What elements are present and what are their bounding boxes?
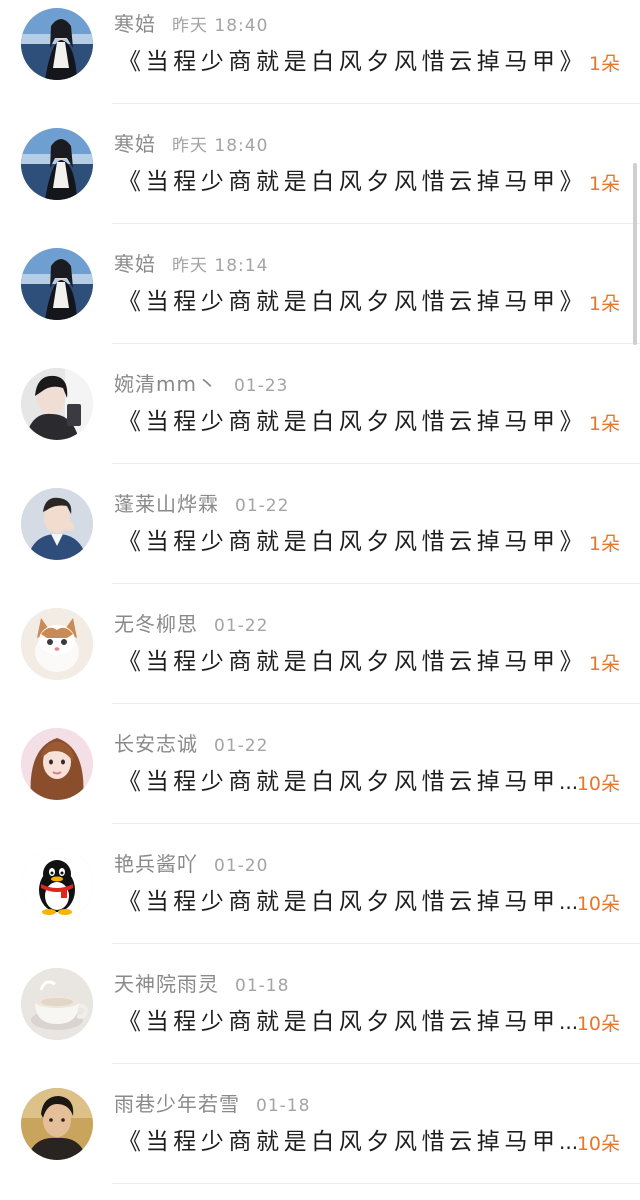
timestamp: 昨天 18:40 <box>172 16 269 36</box>
cat-avatar-icon[interactable] <box>21 608 93 680</box>
timestamp: 01-18 <box>235 976 290 996</box>
flower-count: 1朵 <box>588 533 620 555</box>
list-item[interactable]: 无冬柳思 01-22 《当程少商就是白风夕风惜云掉马甲》 1朵 <box>0 600 640 720</box>
timestamp: 昨天 18:14 <box>172 256 269 276</box>
book-title[interactable]: 《当程少商就是白风夕风惜云掉马甲 <box>118 1005 560 1039</box>
username[interactable]: 天神院雨灵 <box>114 972 219 996</box>
boy-photo-avatar-icon[interactable] <box>21 488 93 560</box>
user-meta-line: 蓬莱山烨霖 01-22 <box>114 490 289 518</box>
username[interactable]: 婉清mm丶 <box>114 372 218 396</box>
flower-count: 1朵 <box>588 413 620 435</box>
row-divider <box>112 583 640 584</box>
flower-count: 10朵 <box>576 1013 620 1035</box>
title-ellipsis: ... <box>559 770 579 794</box>
timestamp: 01-18 <box>256 1096 311 1116</box>
book-title[interactable]: 《当程少商就是白风夕风惜云掉马甲 <box>118 885 560 919</box>
person-dark-avatar-icon[interactable] <box>21 368 93 440</box>
timestamp: 01-22 <box>214 736 269 756</box>
book-title[interactable]: 《当程少商就是白风夕风惜云掉马甲》 <box>118 405 580 439</box>
user-meta-line: 艳兵酱吖 01-20 <box>114 850 268 878</box>
list-item[interactable]: 长安志诚 01-22 《当程少商就是白风夕风惜云掉马甲... 10朵 <box>0 720 640 840</box>
book-title[interactable]: 《当程少商就是白风夕风惜云掉马甲》 <box>118 645 580 679</box>
book-title[interactable]: 《当程少商就是白风夕风惜云掉马甲 <box>118 1125 560 1159</box>
book-title[interactable]: 《当程少商就是白风夕风惜云掉马甲》 <box>118 525 580 559</box>
girl-photo-avatar-icon[interactable] <box>21 128 93 200</box>
woman-pink-avatar-icon[interactable] <box>21 728 93 800</box>
title-ellipsis: ... <box>559 1010 579 1034</box>
username[interactable]: 无冬柳思 <box>114 612 198 636</box>
row-divider <box>112 223 640 224</box>
row-divider <box>112 1183 640 1184</box>
row-divider <box>112 103 640 104</box>
username[interactable]: 寒婄 <box>114 12 156 36</box>
man-photo-avatar-icon[interactable] <box>21 1088 93 1160</box>
username[interactable]: 长安志诚 <box>114 732 198 756</box>
book-title[interactable]: 《当程少商就是白风夕风惜云掉马甲 <box>118 765 560 799</box>
list-item[interactable]: 雨巷少年若雪 01-18 《当程少商就是白风夕风惜云掉马甲... 10朵 <box>0 1080 640 1200</box>
row-divider <box>112 703 640 704</box>
qq-penguin-avatar-icon[interactable] <box>21 848 93 920</box>
flower-count: 1朵 <box>588 293 620 315</box>
list-item[interactable]: 天神院雨灵 01-18 《当程少商就是白风夕风惜云掉马甲... 10朵 <box>0 960 640 1080</box>
list-item[interactable]: 婉清mm丶 01-23 《当程少商就是白风夕风惜云掉马甲》 1朵 <box>0 360 640 480</box>
scrollbar[interactable] <box>633 163 637 345</box>
user-meta-line: 长安志诚 01-22 <box>114 730 268 758</box>
row-divider <box>112 343 640 344</box>
timestamp: 01-22 <box>235 496 290 516</box>
row-divider <box>112 943 640 944</box>
timestamp: 昨天 18:40 <box>172 136 269 156</box>
list-item[interactable]: 寒婄 昨天 18:14 《当程少商就是白风夕风惜云掉马甲》 1朵 <box>0 240 640 360</box>
timestamp: 01-22 <box>214 616 269 636</box>
user-meta-line: 寒婄 昨天 18:14 <box>114 250 268 278</box>
flower-count: 1朵 <box>588 173 620 195</box>
username[interactable]: 寒婄 <box>114 252 156 276</box>
book-title[interactable]: 《当程少商就是白风夕风惜云掉马甲》 <box>118 285 580 319</box>
title-ellipsis: ... <box>559 890 579 914</box>
user-meta-line: 天神院雨灵 01-18 <box>114 970 289 998</box>
timestamp: 01-23 <box>233 376 289 396</box>
username[interactable]: 艳兵酱吖 <box>114 852 198 876</box>
row-divider <box>112 1063 640 1064</box>
flower-count: 10朵 <box>576 1133 620 1155</box>
flower-count: 1朵 <box>588 653 620 675</box>
list-item[interactable]: 寒婄 昨天 18:40 《当程少商就是白风夕风惜云掉马甲》 1朵 <box>0 0 640 120</box>
user-meta-line: 寒婄 昨天 18:40 <box>114 130 268 158</box>
title-ellipsis: ... <box>559 1130 579 1154</box>
row-divider <box>112 823 640 824</box>
flower-gift-list: 寒婄 昨天 18:40 《当程少商就是白风夕风惜云掉马甲》 1朵 寒婄 昨天 18:40 《… <box>0 0 640 1200</box>
flower-count: 10朵 <box>576 893 620 915</box>
user-meta-line: 无冬柳思 01-22 <box>114 610 268 638</box>
username[interactable]: 寒婄 <box>114 132 156 156</box>
flower-count: 10朵 <box>576 773 620 795</box>
username[interactable]: 蓬莱山烨霖 <box>114 492 219 516</box>
user-meta-line: 寒婄 昨天 18:40 <box>114 10 268 38</box>
list-item[interactable]: 蓬莱山烨霖 01-22 《当程少商就是白风夕风惜云掉马甲》 1朵 <box>0 480 640 600</box>
list-item[interactable]: 寒婄 昨天 18:40 《当程少商就是白风夕风惜云掉马甲》 1朵 <box>0 120 640 240</box>
girl-photo-avatar-icon[interactable] <box>21 8 93 80</box>
username[interactable]: 雨巷少年若雪 <box>114 1092 240 1116</box>
timestamp: 01-20 <box>214 856 269 876</box>
girl-photo-avatar-icon[interactable] <box>21 248 93 320</box>
flower-count: 1朵 <box>588 53 620 75</box>
row-divider <box>112 463 640 464</box>
book-title[interactable]: 《当程少商就是白风夕风惜云掉马甲》 <box>118 45 580 79</box>
teacup-avatar-icon[interactable] <box>21 968 93 1040</box>
user-meta-line: 婉清mm丶 01-23 <box>114 370 288 398</box>
user-meta-line: 雨巷少年若雪 01-18 <box>114 1090 310 1118</box>
list-item[interactable]: 艳兵酱吖 01-20 《当程少商就是白风夕风惜云掉马甲... 10朵 <box>0 840 640 960</box>
book-title[interactable]: 《当程少商就是白风夕风惜云掉马甲》 <box>118 165 580 199</box>
